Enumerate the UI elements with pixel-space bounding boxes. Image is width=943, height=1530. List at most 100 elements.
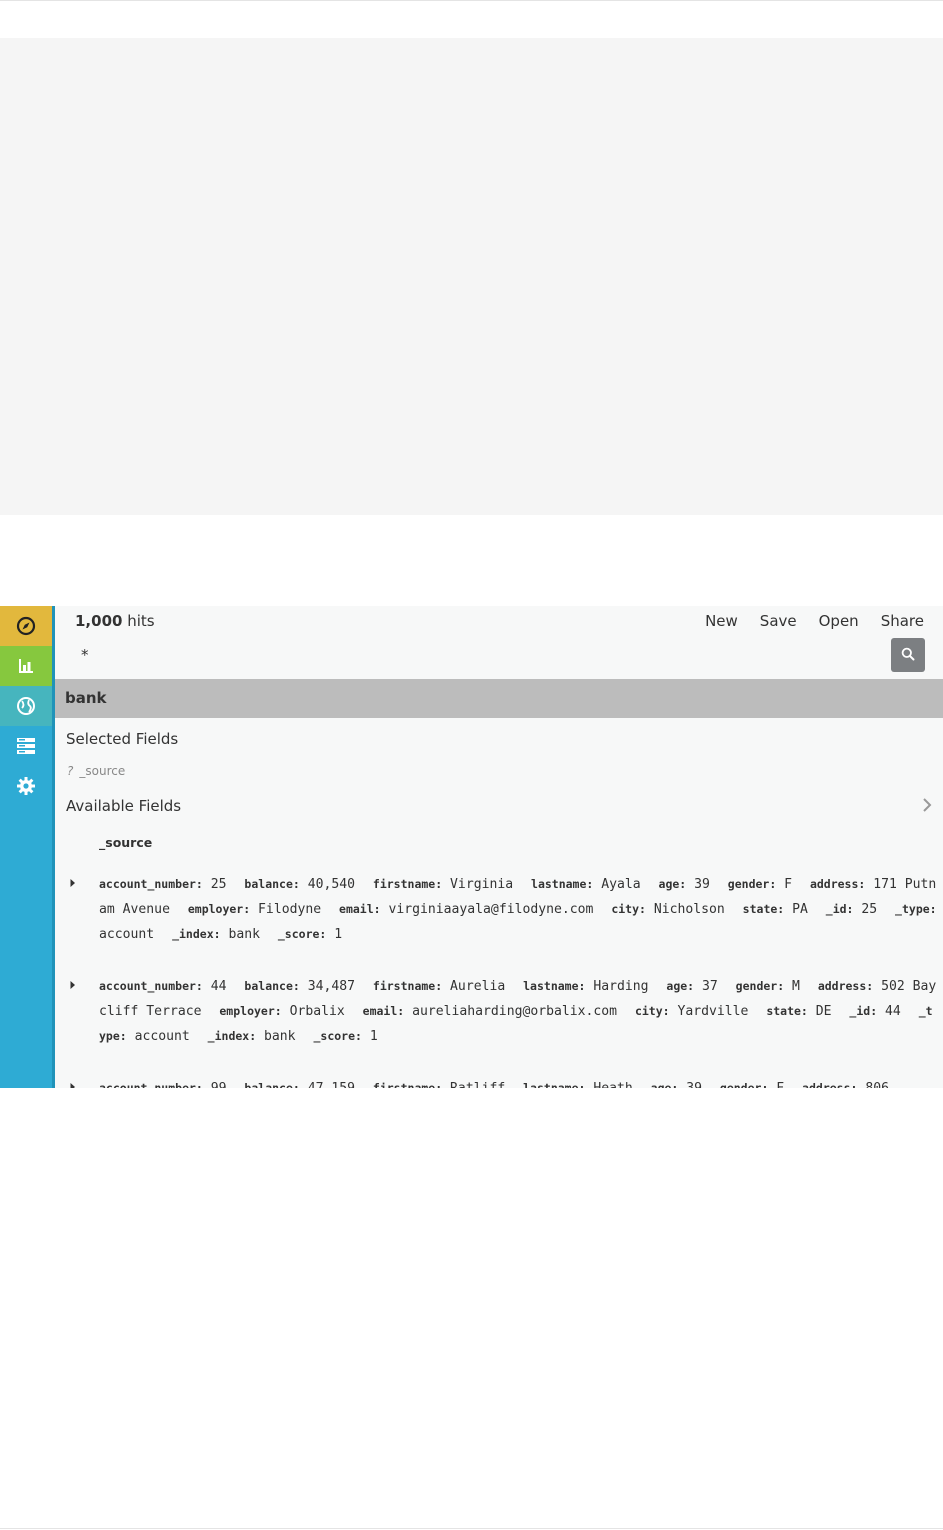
field-value: PA	[792, 902, 808, 917]
document-source: account_number: 25 balance: 40,540 first…	[99, 872, 937, 947]
selected-fields-title: Selected Fields	[66, 730, 179, 748]
search-button[interactable]	[891, 638, 925, 672]
available-fields-title: Available Fields	[66, 797, 182, 815]
blank-panel	[0, 38, 943, 515]
field-key: city:	[611, 902, 646, 916]
field-key: account_number:	[99, 1081, 203, 1088]
field-value: 47,159	[308, 1081, 355, 1088]
document-source: account_number: 99 balance: 47,159 first…	[99, 1076, 937, 1088]
expand-caret-icon[interactable]	[69, 873, 83, 887]
field-value: Aurelia	[450, 979, 506, 994]
share-button[interactable]: Share	[881, 612, 924, 630]
field-value: 806	[865, 1081, 889, 1088]
search-icon	[901, 646, 915, 665]
field-key: city:	[634, 1004, 670, 1018]
field-key: age:	[666, 979, 695, 993]
field-value: Orbalix	[289, 1004, 345, 1019]
field-value: Ratliff	[450, 1081, 505, 1088]
field-value: aureliaharding@orbalix.com	[412, 1004, 618, 1019]
field-key: _id:	[825, 902, 854, 916]
field-value: bank	[228, 927, 260, 942]
field-value: 44	[885, 1004, 901, 1019]
hits-label: hits	[127, 612, 155, 630]
field-value: F	[784, 877, 793, 892]
field-value: 25	[210, 877, 227, 892]
field-key: gender:	[727, 877, 777, 891]
field-key: balance:	[244, 979, 300, 993]
new-button[interactable]: New	[705, 612, 738, 630]
field-value: F	[776, 1081, 784, 1088]
field-key: account_number:	[99, 979, 203, 993]
field-value: 40,540	[307, 877, 356, 892]
save-button[interactable]: Save	[760, 612, 797, 630]
field-key: account_number:	[99, 877, 203, 891]
field-type-icon: ?	[67, 764, 74, 778]
sidebar-item-settings[interactable]	[0, 766, 52, 806]
field-value: virginiaayala@filodyne.com	[388, 902, 594, 917]
field-key: employer:	[219, 1004, 282, 1018]
field-key: address:	[817, 979, 874, 993]
field-key: address:	[809, 877, 866, 891]
hits-count: 1,000	[75, 612, 123, 630]
index-pattern-bar[interactable]: bank	[55, 679, 943, 718]
field-value: 25	[861, 902, 878, 917]
field-key: lastname:	[523, 1081, 586, 1088]
field-value: Harding	[593, 979, 649, 994]
field-key: email:	[362, 1004, 405, 1018]
field-key: lastname:	[531, 877, 594, 891]
expand-caret-icon[interactable]	[69, 975, 83, 989]
field-key: lastname:	[523, 979, 586, 993]
document-source: account_number: 44 balance: 34,487 first…	[99, 974, 937, 1049]
settings-icon	[16, 776, 36, 796]
sidebar-item-discover[interactable]	[0, 606, 52, 646]
sidebar-item-visualize[interactable]	[0, 646, 52, 686]
timelion-icon	[16, 737, 36, 755]
collapse-sidebar-button[interactable]	[922, 797, 932, 817]
field-key: email:	[339, 902, 381, 916]
field-value: 1	[334, 927, 343, 942]
field-key: _score:	[277, 927, 327, 941]
field-value: Nicholson	[653, 902, 725, 917]
hits-counter: 1,000 hits	[75, 612, 155, 630]
field-value: Ayala	[601, 877, 641, 892]
expand-caret-icon[interactable]	[69, 1077, 83, 1088]
field-key: firstname:	[372, 877, 443, 891]
open-button[interactable]: Open	[819, 612, 859, 630]
field-value: 99	[211, 1081, 227, 1088]
field-value: Yardville	[677, 1004, 749, 1019]
field-value: 34,487	[307, 979, 356, 994]
field-key: firstname:	[372, 1081, 443, 1088]
search-query-input[interactable]	[73, 640, 879, 670]
top-menu: New Save Open Share	[705, 612, 924, 630]
column-header-source: _source	[99, 835, 153, 850]
visualize-icon	[17, 657, 35, 675]
field-value: 39	[686, 1081, 702, 1088]
field-key: state:	[766, 1004, 808, 1018]
field-key: _type:	[895, 902, 937, 916]
field-key: _id:	[849, 1004, 878, 1018]
field-value: 1	[369, 1029, 378, 1044]
field-key: _index:	[172, 927, 221, 941]
page-bottom-rule	[0, 1528, 943, 1529]
field-key: age:	[650, 1081, 679, 1088]
field-value: account	[99, 927, 155, 942]
sidebar-item-dashboard[interactable]	[0, 686, 52, 726]
sidebar-nav	[0, 606, 55, 1088]
field-key: firstname:	[372, 979, 443, 993]
discover-icon	[16, 616, 36, 636]
field-value: Filodyne	[258, 902, 322, 917]
sidebar-item-timelion[interactable]	[0, 726, 52, 766]
field-value: 39	[694, 877, 710, 892]
field-key: _index:	[207, 1029, 257, 1043]
page-top-rule	[0, 0, 943, 1]
field-key: state:	[742, 902, 785, 916]
field-value: Heath	[593, 1081, 632, 1088]
dashboard-icon	[16, 696, 36, 716]
field-value: account	[134, 1029, 190, 1044]
field-value: DE	[815, 1004, 832, 1019]
field-value: M	[792, 979, 800, 994]
field-key: gender:	[719, 1081, 769, 1088]
top-bar: 1,000 hits New Save Open Share	[55, 606, 943, 679]
selected-field-source[interactable]: ? _source	[67, 764, 125, 778]
field-key: balance:	[244, 877, 300, 891]
